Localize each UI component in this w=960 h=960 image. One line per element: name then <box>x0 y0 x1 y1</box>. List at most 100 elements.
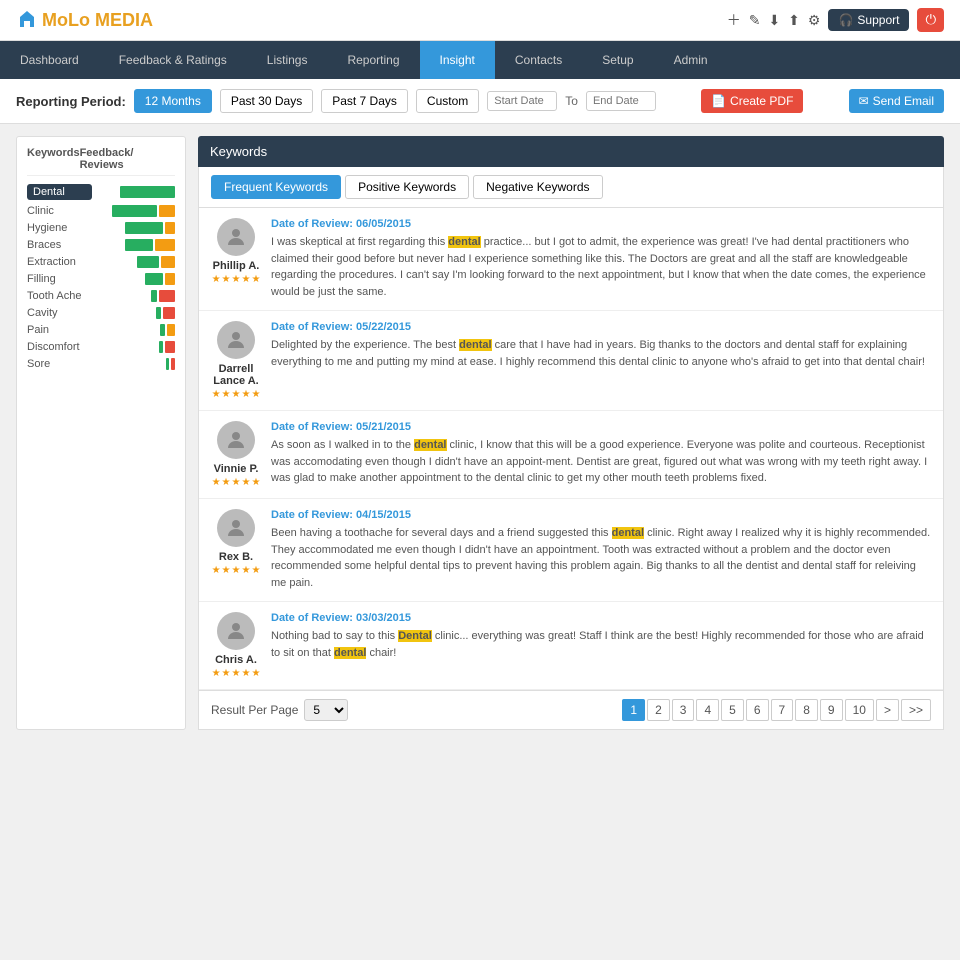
review-date: Date of Review: 03/03/2015 <box>271 612 931 624</box>
support-button[interactable]: 🎧 Support <box>828 9 909 31</box>
page-button[interactable]: > <box>876 699 899 721</box>
star-icon: ★ <box>222 274 231 285</box>
page-button[interactable]: 4 <box>696 699 719 721</box>
star-icon: ★ <box>212 389 221 400</box>
review-date: Date of Review: 05/21/2015 <box>271 421 931 433</box>
keyword-highlight: dental <box>459 339 491 351</box>
red-bar <box>165 341 175 353</box>
person-icon <box>224 428 248 452</box>
keyword-row[interactable]: Discomfort <box>27 341 175 353</box>
create-pdf-button[interactable]: 📄 Create PDF <box>701 89 803 113</box>
green-bar <box>156 307 161 319</box>
nav-dashboard[interactable]: Dashboard <box>0 41 99 79</box>
keyword-row[interactable]: Hygiene <box>27 222 175 234</box>
period-7days[interactable]: Past 7 Days <box>321 89 408 113</box>
nav-listings[interactable]: Listings <box>247 41 328 79</box>
send-email-button[interactable]: ✉ Send Email <box>849 89 944 113</box>
nav-feedback[interactable]: Feedback & Ratings <box>99 41 247 79</box>
review-text: I was skeptical at first regarding this … <box>271 234 931 300</box>
page-button[interactable]: 6 <box>746 699 769 721</box>
settings-icon[interactable]: ⚙ <box>808 12 821 29</box>
nav-reporting[interactable]: Reporting <box>327 41 419 79</box>
keyword-label: Filling <box>27 273 92 285</box>
page-button[interactable]: 9 <box>820 699 843 721</box>
tab-positive[interactable]: Positive Keywords <box>345 175 469 199</box>
edit-icon[interactable]: ✎ <box>749 12 761 29</box>
add-icon[interactable]: ＋ <box>727 10 741 30</box>
nav-setup[interactable]: Setup <box>582 41 653 79</box>
page-button[interactable]: 2 <box>647 699 670 721</box>
green-bar <box>159 341 163 353</box>
review-content: Date of Review: 04/15/2015 Been having a… <box>271 509 931 591</box>
tab-negative[interactable]: Negative Keywords <box>473 175 602 199</box>
period-custom[interactable]: Custom <box>416 89 479 113</box>
star-icon: ★ <box>212 274 221 285</box>
keywords-tab-title: Keywords <box>210 144 267 159</box>
page-button[interactable]: 10 <box>845 699 874 721</box>
review-card: Chris A. ★★★★★ Date of Review: 03/03/201… <box>199 602 943 690</box>
keyword-highlight: Dental <box>398 630 432 642</box>
green-bar <box>160 324 165 336</box>
per-page-label: Result Per Page <box>211 703 298 717</box>
keyword-highlight: dental <box>612 527 644 539</box>
keyword-row[interactable]: Clinic <box>27 205 175 217</box>
reviewer-stars: ★★★★★ <box>211 274 261 285</box>
per-page-select[interactable]: 5 10 25 <box>304 699 348 721</box>
star-icon: ★ <box>251 274 260 285</box>
keyword-bars <box>160 324 175 336</box>
logo-icon <box>16 9 38 31</box>
export-icon[interactable]: ⬆ <box>788 12 800 29</box>
keyword-row[interactable]: Dental <box>27 184 175 200</box>
yellow-bar <box>155 239 175 251</box>
keyword-bars <box>151 290 175 302</box>
reviewer-avatar: Vinnie P. ★★★★★ <box>211 421 261 488</box>
nav-admin[interactable]: Admin <box>654 41 728 79</box>
keyword-row[interactable]: Filling <box>27 273 175 285</box>
pdf-icon: 📄 <box>711 94 726 108</box>
nav-insight[interactable]: Insight <box>420 41 495 79</box>
app-header: MoLo MEDIA ＋ ✎ ⬇ ⬆ ⚙ 🎧 Support ⏻ <box>0 0 960 41</box>
keyword-bars <box>125 222 175 234</box>
keywords-panel: Keywords Feedback/ Reviews DentalClinicH… <box>16 136 186 730</box>
end-date-input[interactable] <box>586 91 656 111</box>
keyword-row[interactable]: Extraction <box>27 256 175 268</box>
keyword-label: Dental <box>27 184 92 200</box>
per-page-control: Result Per Page 5 10 25 <box>211 699 348 721</box>
page-button[interactable]: 1 <box>622 699 645 721</box>
page-button[interactable]: >> <box>901 699 931 721</box>
reviewer-avatar: Phillip A. ★★★★★ <box>211 218 261 300</box>
star-icon: ★ <box>241 477 250 488</box>
keyword-bars <box>159 341 175 353</box>
to-label: To <box>565 94 578 108</box>
keyword-bars <box>156 307 175 319</box>
reviewer-name: Rex B. <box>211 551 261 563</box>
star-icon: ★ <box>222 668 231 679</box>
page-button[interactable]: 8 <box>795 699 818 721</box>
page-button[interactable]: 3 <box>672 699 695 721</box>
avatar-circle <box>217 421 255 459</box>
keyword-row[interactable]: Sore <box>27 358 175 370</box>
star-icon: ★ <box>212 565 221 576</box>
start-date-input[interactable] <box>487 91 557 111</box>
red-bar <box>159 290 175 302</box>
email-icon: ✉ <box>859 94 869 108</box>
tab-frequent[interactable]: Frequent Keywords <box>211 175 341 199</box>
person-icon <box>224 328 248 352</box>
keyword-row[interactable]: Pain <box>27 324 175 336</box>
page-button[interactable]: 7 <box>771 699 794 721</box>
period-12months[interactable]: 12 Months <box>134 89 212 113</box>
main-nav: Dashboard Feedback & Ratings Listings Re… <box>0 41 960 79</box>
green-bar <box>151 290 157 302</box>
period-30days[interactable]: Past 30 Days <box>220 89 313 113</box>
keyword-row[interactable]: Braces <box>27 239 175 251</box>
keyword-row[interactable]: Tooth Ache <box>27 290 175 302</box>
keyword-label: Hygiene <box>27 222 92 234</box>
keyword-row[interactable]: Cavity <box>27 307 175 319</box>
power-button[interactable]: ⏻ <box>917 8 944 32</box>
keyword-label: Discomfort <box>27 341 92 353</box>
keyword-bars <box>145 273 175 285</box>
page-button[interactable]: 5 <box>721 699 744 721</box>
download-icon[interactable]: ⬇ <box>768 12 780 29</box>
keyword-highlight: dental <box>459 339 491 351</box>
nav-contacts[interactable]: Contacts <box>495 41 582 79</box>
